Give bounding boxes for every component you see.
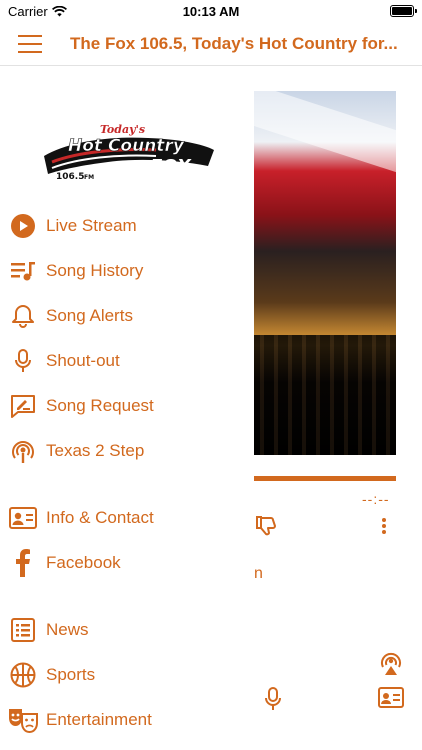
menu-label: Info & Contact: [46, 508, 154, 527]
menu-item-entertainment[interactable]: Entertainment: [0, 700, 254, 740]
menu-label: Facebook: [46, 553, 121, 572]
menu-item-song-request[interactable]: Song Request: [0, 386, 254, 426]
menu-label: Song Alerts: [46, 306, 133, 325]
theater-masks-icon: [0, 700, 46, 740]
menu-label: News: [46, 620, 89, 639]
menu-item-live-stream[interactable]: Live Stream: [0, 206, 254, 246]
menu-item-shout-out[interactable]: Shout-out: [0, 341, 254, 381]
more-options-button[interactable]: [380, 516, 388, 541]
menu-item-info-contact[interactable]: Info & Contact: [0, 498, 254, 538]
carrier-label: Carrier: [8, 3, 48, 19]
menu-item-news[interactable]: News: [0, 610, 254, 650]
menu-item-song-history[interactable]: Song History: [0, 251, 254, 291]
status-bar: Carrier 10:13 AM: [0, 0, 422, 22]
wifi-icon: [51, 5, 67, 16]
menu-item-sports[interactable]: Sports: [0, 655, 254, 695]
hamburger-icon: [18, 34, 42, 53]
podcast-icon: [0, 431, 46, 471]
elapsed-time: --:--: [362, 491, 390, 507]
album-art: ntry: [254, 91, 396, 455]
progress-bar[interactable]: [254, 476, 396, 481]
basketball-icon: [0, 655, 46, 695]
microphone-icon: [265, 687, 281, 710]
request-message-icon: [0, 386, 46, 426]
player-view: ntry --:-- n: [254, 67, 422, 750]
hamburger-menu-button[interactable]: [0, 22, 60, 66]
battery-icon: [390, 5, 417, 17]
track-title: n: [254, 565, 263, 582]
menu-item-song-alerts[interactable]: Song Alerts: [0, 296, 254, 336]
menu-item-facebook[interactable]: Facebook: [0, 543, 254, 583]
news-list-icon: [0, 610, 46, 650]
microphone-icon: [0, 341, 46, 381]
vertical-ellipsis-icon: [382, 518, 386, 534]
playlist-icon: [0, 251, 46, 291]
record-button[interactable]: [264, 687, 282, 716]
contact-card-icon: [378, 687, 404, 708]
contact-card-icon: [0, 498, 46, 538]
page-title: The Fox 106.5, Today's Hot Country for..…: [70, 33, 398, 53]
carrier-info: Carrier: [8, 4, 67, 19]
facebook-icon: [0, 543, 46, 583]
menu-label: Texas 2 Step: [46, 441, 145, 460]
thumbs-down-icon: [256, 516, 276, 536]
bell-icon: [0, 296, 46, 336]
menu-label: Live Stream: [46, 216, 137, 235]
station-logo: Today's Hot Country FOX 106.5 FM: [44, 123, 214, 182]
menu-label: Song Request: [46, 396, 154, 415]
menu-label: Entertainment: [46, 710, 152, 729]
logo-fm: FM: [84, 174, 94, 181]
logo-brand: FOX: [150, 156, 192, 177]
podcast-icon: [381, 652, 401, 675]
podcast-button[interactable]: [378, 650, 404, 681]
thumbs-down-button[interactable]: [256, 516, 278, 541]
logo-title: Hot Country: [68, 136, 185, 156]
logo-frequency: 106.5: [56, 172, 84, 182]
menu-item-texas-2-step[interactable]: Texas 2 Step: [0, 431, 254, 471]
navigation-bar: The Fox 106.5, Today's Hot Country for..…: [0, 22, 422, 66]
side-drawer: Today's Hot Country FOX 106.5 FM Live St…: [0, 67, 254, 750]
menu-label: Song History: [46, 261, 144, 280]
play-circle-icon: [0, 206, 46, 246]
menu-label: Shout-out: [46, 351, 120, 370]
menu-label: Sports: [46, 665, 96, 684]
contact-button[interactable]: [378, 687, 404, 714]
logo-tagline: Today's: [100, 123, 145, 136]
